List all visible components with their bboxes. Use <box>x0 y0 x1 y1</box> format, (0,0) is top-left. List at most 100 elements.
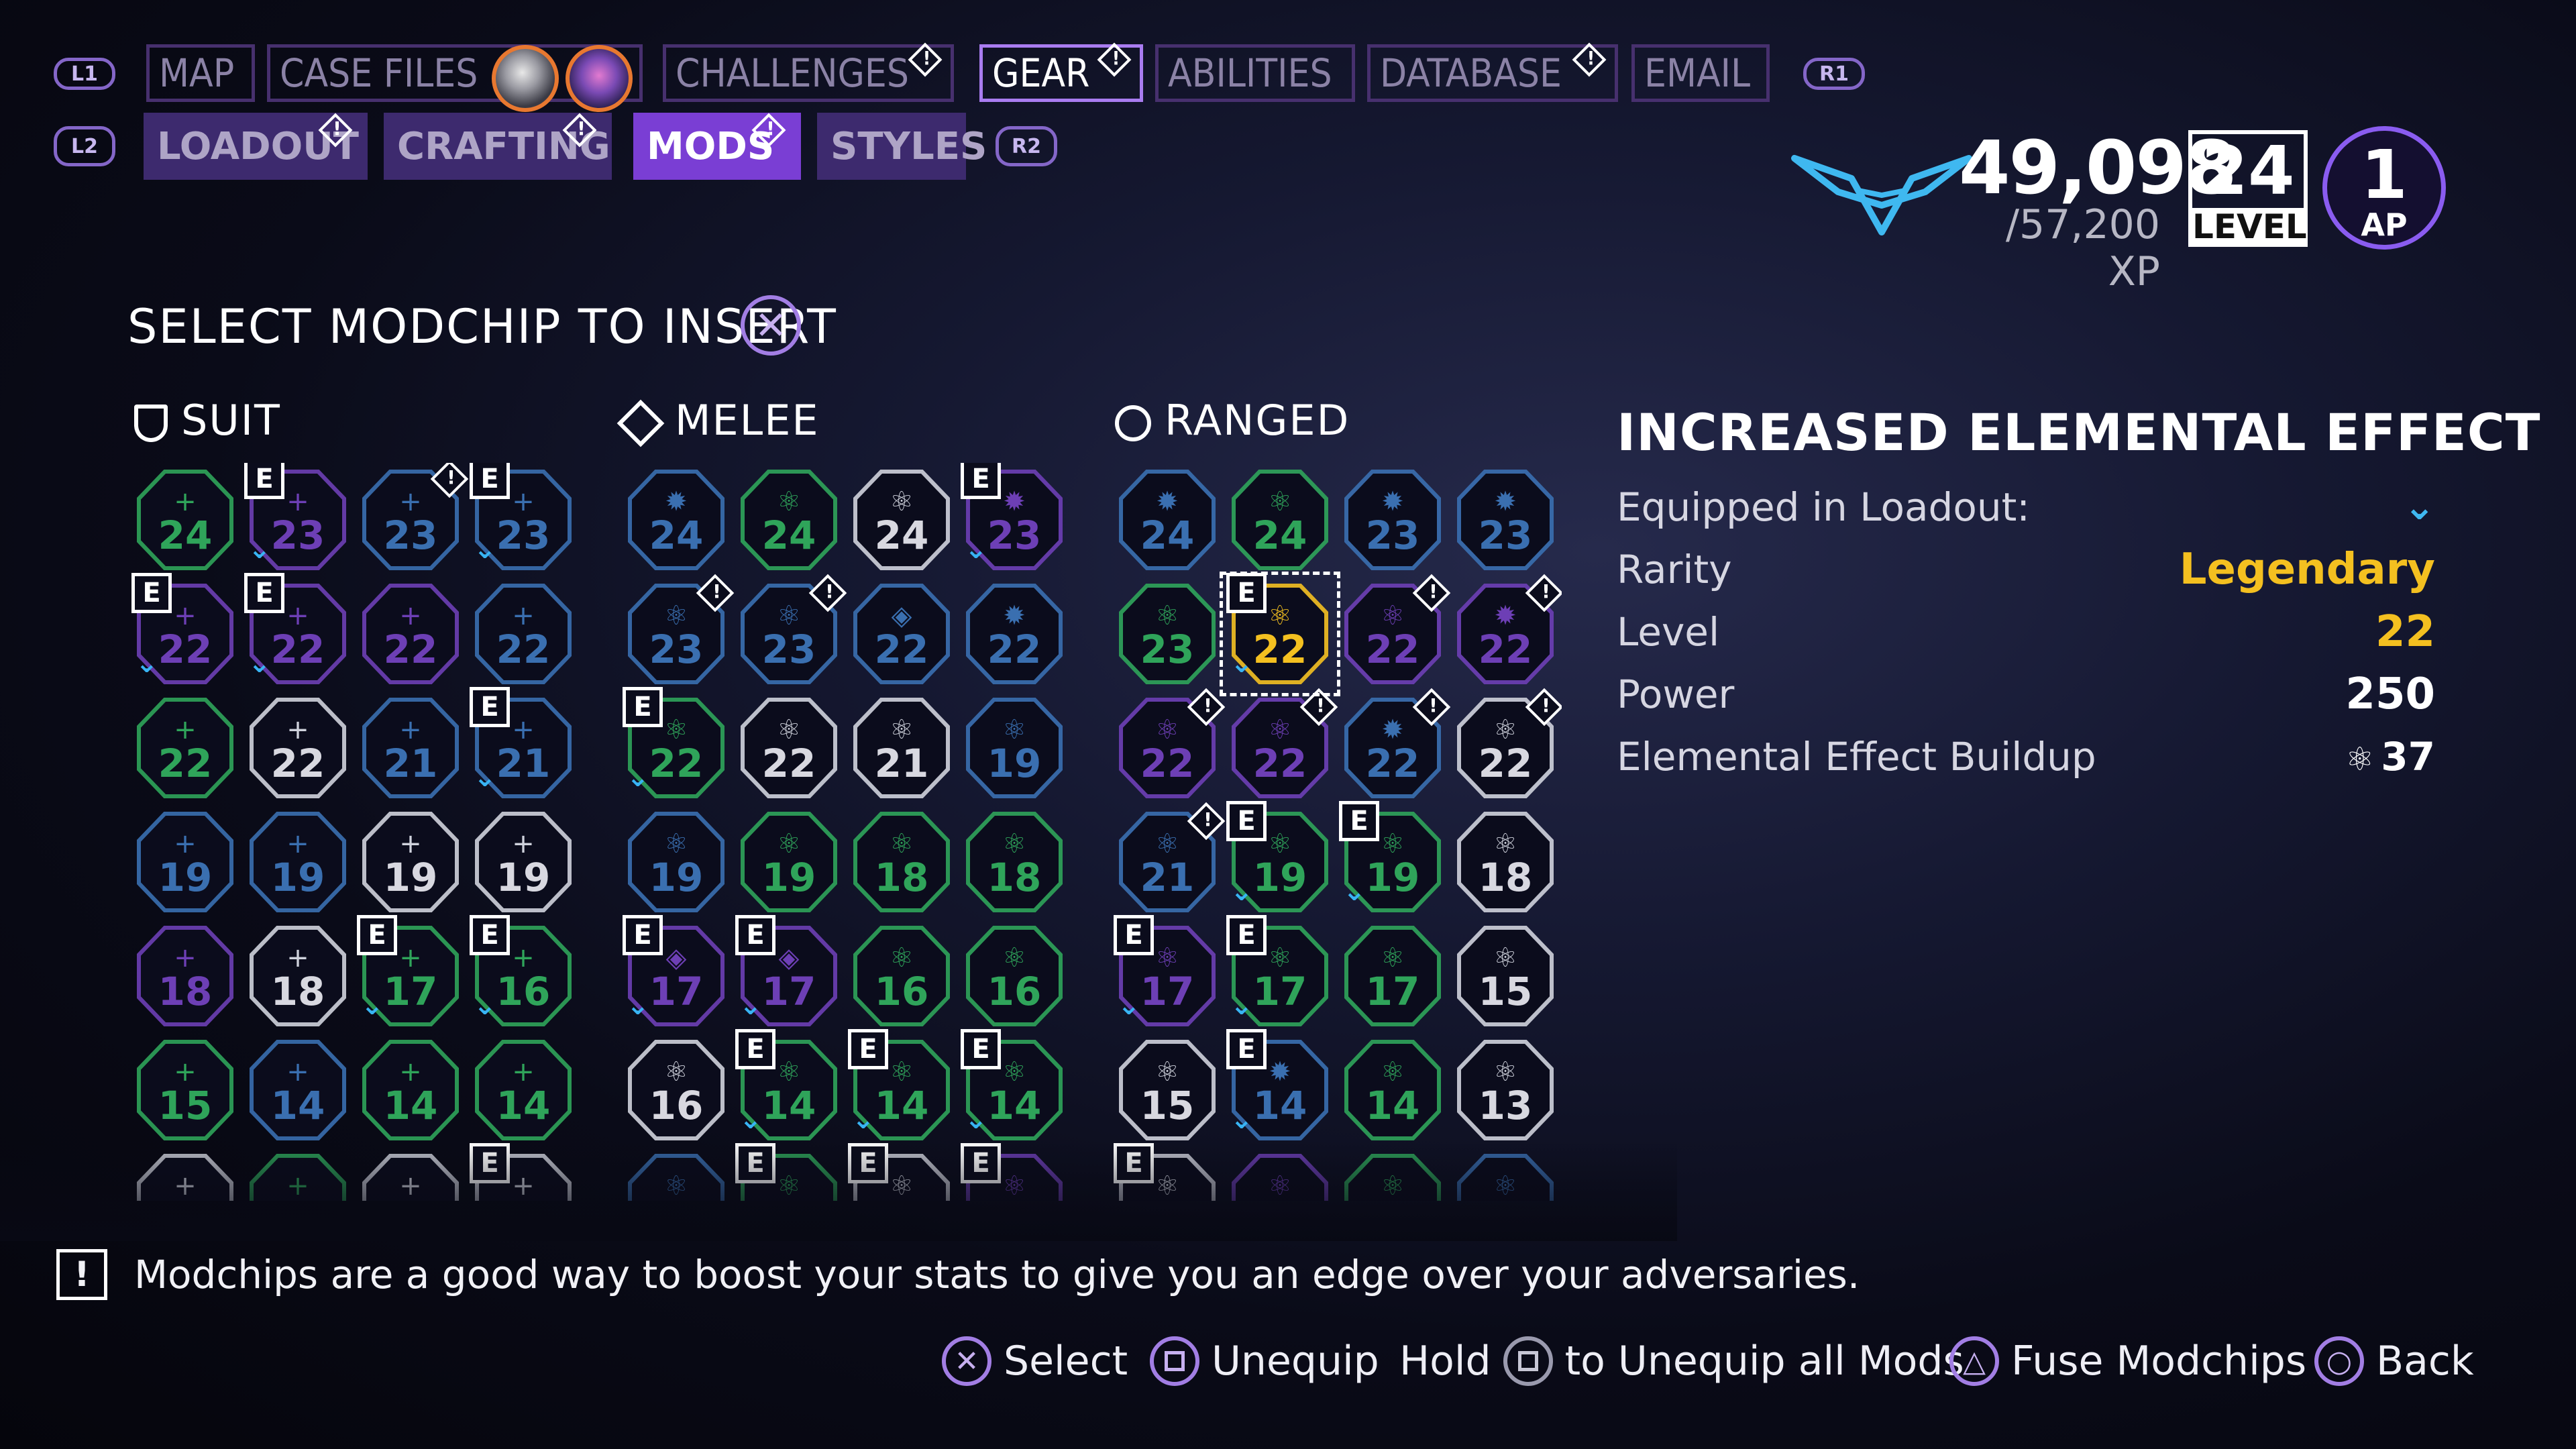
modchip-slot[interactable]: ✹ 23 <box>1449 463 1562 577</box>
modchip-slot[interactable]: ⚛ 19 E ⌄ <box>1336 801 1449 919</box>
modchip-slot[interactable]: +22 <box>467 577 580 691</box>
tab-challenges[interactable]: CHALLENGES <box>663 42 954 102</box>
modchip-slot[interactable]: ⚛ 22 <box>733 691 845 805</box>
modchip-slot[interactable]: ⚛ 23 <box>733 574 847 691</box>
modchip-slot[interactable]: ✹ 22 <box>1336 688 1451 805</box>
modchip-slot[interactable]: +22 <box>354 577 467 691</box>
back-action[interactable]: ○ Back <box>2314 1336 2474 1386</box>
modchip-slot[interactable]: ⚛ 14 E ⌄ <box>733 1029 845 1147</box>
modchip-slot[interactable]: +19 <box>354 805 467 919</box>
subtab-loadout[interactable]: LOADOUT <box>144 113 368 180</box>
modchip-slot[interactable]: +19 <box>129 805 241 919</box>
modchip-slot[interactable]: ✹ 24 <box>620 463 733 577</box>
modchip-slot[interactable]: +22 E ⌄ <box>129 573 241 691</box>
modchip-slot[interactable]: +14 <box>467 1033 580 1147</box>
select-action[interactable]: ✕ Select <box>942 1336 1128 1386</box>
modchip-slot[interactable]: +19 <box>467 805 580 919</box>
tab-map[interactable]: MAP <box>146 44 255 102</box>
modchip-slot[interactable]: ⚛ 22 <box>1111 688 1226 805</box>
modchip-slot[interactable]: ⚛ 19 <box>958 691 1071 805</box>
modchip-slot[interactable]: ◈ 17 E ⌄ <box>733 915 845 1033</box>
modchip-slot[interactable]: ⚛ 21 <box>845 691 958 805</box>
subtab-mods[interactable]: MODS <box>633 113 801 180</box>
l2-button[interactable]: L2 <box>54 126 115 166</box>
modchip-slot[interactable]: ⚛ 16 <box>958 919 1071 1033</box>
l1-button[interactable]: L1 <box>54 58 115 90</box>
modchip-level: 23 <box>1140 627 1195 672</box>
modchip-slot[interactable]: +22 E ⌄ <box>241 573 354 691</box>
modchip-slot[interactable]: ⚛ 22 <box>1449 688 1562 805</box>
modchip-slot[interactable]: ⚛ 15 <box>1111 1033 1224 1147</box>
suit-mod-icon: + <box>399 1057 422 1087</box>
modchip-slot[interactable]: ⚛ 24 <box>1224 463 1336 577</box>
square-button-icon <box>1503 1336 1553 1386</box>
modchip-slot[interactable]: ⚛ 14 E ⌄ <box>845 1029 958 1147</box>
modchip-slot[interactable]: ⚛ 22 <box>1336 574 1451 691</box>
modchip-slot[interactable]: ⚛ 18 <box>1449 805 1562 919</box>
modchip-slot[interactable]: ⚛ 17 <box>1336 919 1449 1033</box>
tab-database[interactable]: DATABASE <box>1367 42 1618 102</box>
modchip-slot[interactable]: ⚛ 19 E ⌄ <box>1224 801 1336 919</box>
modchip-slot[interactable]: ⚛ 16 <box>620 1033 733 1147</box>
modchip-slot[interactable]: +14 <box>354 1033 467 1147</box>
modchip-slot[interactable]: +18 <box>129 919 241 1033</box>
tab-case-files[interactable]: CASE FILES <box>267 44 643 112</box>
subtab-crafting[interactable]: CRAFTING <box>384 113 612 180</box>
unequip-action[interactable]: Unequip <box>1150 1336 1379 1386</box>
modchip-slot[interactable]: +14 <box>241 1033 354 1147</box>
modchip-slot[interactable]: +22 <box>241 691 354 805</box>
modchip-slot[interactable]: ✹ 24 <box>1111 463 1224 577</box>
modchip-slot[interactable]: ⚛ 23 <box>1111 577 1224 691</box>
modchip-slot[interactable]: ⚛ 14 <box>1336 1033 1449 1147</box>
r2-button[interactable]: R2 <box>996 126 1057 166</box>
modchip-slot[interactable]: ⚛ 18 <box>845 805 958 919</box>
modchip-slot[interactable]: ⚛ 15 <box>1449 919 1562 1033</box>
modchip-slot[interactable]: ⚛ 17 E ⌄ <box>1224 915 1336 1033</box>
modchip-slot[interactable]: +24 <box>129 463 241 577</box>
modchip-slot[interactable]: ✹ 14 E ⌄ <box>1224 1029 1336 1147</box>
modchip-slot[interactable]: ⚛ 19 <box>733 805 845 919</box>
r1-button[interactable]: R1 <box>1803 58 1865 90</box>
modchip-slot[interactable]: ✹ 22 <box>958 577 1071 691</box>
modchip-slot[interactable]: +23 E ⌄ <box>241 463 354 577</box>
unequip-all-action[interactable]: Hold to Unequip all Mods <box>1399 1336 1964 1386</box>
modchip-slot[interactable]: ◈ 17 E ⌄ <box>620 915 733 1033</box>
cross-button-icon[interactable]: ✕ <box>741 295 801 356</box>
modchip-slot[interactable]: +17 E ⌄ <box>354 915 467 1033</box>
modchip-slot[interactable]: +21 E ⌄ <box>467 687 580 805</box>
modchip-slot[interactable]: ⚛ 23 <box>620 574 735 691</box>
modchip-slot[interactable]: +23 E ⌄ <box>467 463 580 577</box>
elemental-mod-icon: ⚛ <box>1381 943 1405 973</box>
unequip-all-label: to Unequip all Mods <box>1564 1338 1964 1385</box>
modchip-slot[interactable]: ✹ 23 E ⌄ <box>958 463 1071 577</box>
level-box: 24 LEVEL <box>2188 130 2308 247</box>
modchip-slot[interactable]: ⚛ 21 <box>1111 802 1226 919</box>
modchip-slot[interactable]: +16 E ⌄ <box>467 915 580 1033</box>
modchip-slot[interactable]: +18 <box>241 919 354 1033</box>
tab-email[interactable]: EMAIL <box>1631 44 1770 102</box>
modchip-slot[interactable]: ⚛ 22 E ⌄ <box>620 687 733 805</box>
modchip-slot[interactable]: ✹ 22 <box>1449 574 1562 691</box>
modchip-slot[interactable]: +21 <box>354 691 467 805</box>
modchip-slot[interactable]: ⚛ 14 E ⌄ <box>958 1029 1071 1147</box>
modchip-slot[interactable]: ⚛ 19 <box>620 805 733 919</box>
fuse-action[interactable]: △ Fuse Modchips <box>1949 1336 2306 1386</box>
tab-gear[interactable]: GEAR <box>979 42 1143 102</box>
modchip-slot[interactable]: ⚛ 22 E ⌄ <box>1220 572 1340 696</box>
modchip-slot[interactable]: ⚛ 17 E ⌄ <box>1111 915 1224 1033</box>
modchip-slot[interactable]: ⚛ 22 <box>1224 688 1338 805</box>
modchip-slot[interactable]: ✹ 23 <box>1336 463 1449 577</box>
modchip-slot[interactable]: ⚛ 24 <box>845 463 958 577</box>
tab-abilities[interactable]: ABILITIES <box>1155 44 1355 102</box>
modchip-slot[interactable]: ⚛ 16 <box>845 919 958 1033</box>
modchip-slot[interactable]: ⚛ 18 <box>958 805 1071 919</box>
nightwing-equipped-icon: ⌄ <box>739 990 762 1021</box>
subtab-styles[interactable]: STYLES <box>817 113 987 180</box>
modchip-slot[interactable]: ⚛ 13 <box>1449 1033 1562 1147</box>
modchip-slot[interactable]: +23 <box>354 463 469 577</box>
modchip-slot[interactable]: +22 <box>129 691 241 805</box>
modchip-slot[interactable]: +19 <box>241 805 354 919</box>
modchip-slot[interactable]: ◈ 22 <box>845 577 958 691</box>
modchip-slot[interactable]: +15 <box>129 1033 241 1147</box>
modchip-slot[interactable]: ⚛ 24 <box>733 463 845 577</box>
